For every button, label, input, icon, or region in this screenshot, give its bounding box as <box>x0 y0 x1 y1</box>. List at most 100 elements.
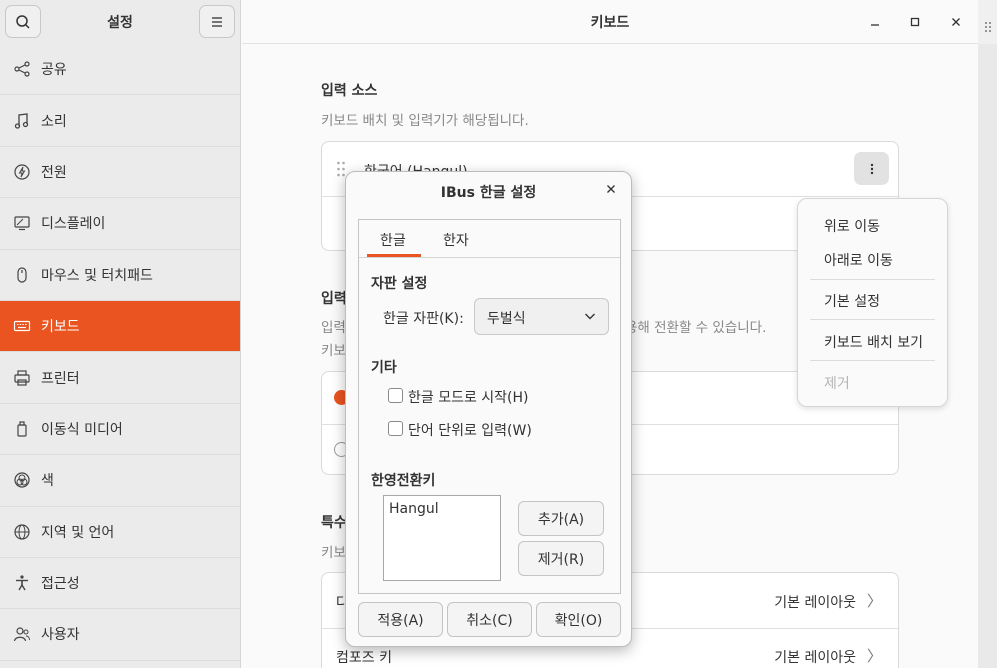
music-note-icon <box>12 111 32 131</box>
row-value: 기본 레이아웃 <box>774 650 856 666</box>
close-icon <box>607 185 615 193</box>
sidebar: 설정 공유 소리 전원 디스플레이 마우스 및 터치패드 키보드 프린터 이동식… <box>0 0 241 668</box>
sidebar-item-label: 이동식 미디어 <box>41 421 123 438</box>
sidebar-item-users[interactable]: 사용자 <box>0 609 240 661</box>
maximize-button[interactable] <box>904 11 926 33</box>
sidebar-item-label: 디스플레이 <box>41 216 106 233</box>
special-keys-title: 특수 <box>321 515 347 531</box>
hamburger-icon <box>212 16 222 27</box>
sidebar-item-printers[interactable]: 프린터 <box>0 352 240 404</box>
ibus-hangul-settings-dialog: IBus 한글 설정 한글 한자 자판 설정 한글 자판(K): 두벌식 기타 … <box>345 171 632 647</box>
etc-heading: 기타 <box>371 360 397 376</box>
menu-item-preferences[interactable]: 기본 설정 <box>824 291 880 311</box>
users-icon <box>12 624 32 644</box>
cancel-button[interactable]: 취소(C) <box>447 602 532 637</box>
input-switching-title: 입력 <box>321 291 347 307</box>
word-commit-checkbox[interactable] <box>388 421 403 436</box>
input-switching-desc: 입력 <box>321 320 346 336</box>
menu-item-remove: 제거 <box>824 376 850 392</box>
apply-button[interactable]: 적용(A) <box>358 602 443 637</box>
active-tab-indicator <box>367 254 421 257</box>
start-hangul-mode-checkbox[interactable] <box>388 388 403 403</box>
menu-item-move-up[interactable]: 위로 이동 <box>824 216 880 236</box>
sidebar-item-label: 프린터 <box>41 370 80 387</box>
background-window <box>978 44 997 668</box>
sidebar-item-label: 사용자 <box>41 627 80 644</box>
add-key-button[interactable]: 추가(A) <box>518 501 604 536</box>
power-icon <box>12 162 32 182</box>
input-switching-desc-tail: 용해 전환할 수 있습니다. <box>625 320 767 336</box>
special-keys-subtitle: 키보 <box>321 545 346 561</box>
background-window-edge <box>978 0 997 44</box>
removable-media-icon <box>12 419 32 439</box>
tab-bar: 한글 한자 <box>359 220 620 258</box>
tab-hangul[interactable]: 한글 <box>380 230 406 250</box>
minimize-button[interactable] <box>864 11 886 33</box>
grip-icon <box>985 22 991 32</box>
sidebar-item-label: 지역 및 언어 <box>41 524 115 541</box>
share-icon <box>12 59 32 79</box>
sidebar-nav: 공유 소리 전원 디스플레이 마우스 및 터치패드 키보드 프린터 이동식 미디… <box>0 44 240 661</box>
sidebar-item-sound[interactable]: 소리 <box>0 95 240 147</box>
chevron-right-icon: 〉 <box>866 647 882 665</box>
sidebar-item-region-language[interactable]: 지역 및 언어 <box>0 507 240 558</box>
sidebar-header: 설정 <box>0 0 240 44</box>
dialog-title: IBus 한글 설정 <box>440 185 537 201</box>
toggle-keys-list[interactable]: Hangul <box>383 495 501 581</box>
printer-icon <box>12 368 32 388</box>
mouse-icon <box>12 265 32 285</box>
word-commit-label: 단어 단위로 입력(W) <box>408 423 532 439</box>
main-header: 키보드 <box>242 0 978 44</box>
ok-button[interactable]: 확인(O) <box>536 602 621 637</box>
sidebar-item-label: 전원 <box>41 164 67 181</box>
layout-heading: 자판 설정 <box>371 276 428 292</box>
keyboard-icon <box>12 316 32 336</box>
menu-separator <box>810 319 935 320</box>
maximize-icon <box>910 17 920 27</box>
menu-item-move-down[interactable]: 아래로 이동 <box>824 250 893 270</box>
accessibility-icon <box>12 573 32 593</box>
display-icon <box>12 213 32 233</box>
minimize-icon <box>871 24 879 26</box>
menu-separator <box>810 279 935 280</box>
sidebar-item-sharing[interactable]: 공유 <box>0 44 240 96</box>
menu-separator <box>810 360 935 361</box>
kebab-menu-icon <box>870 163 873 174</box>
sidebar-item-removable-media[interactable]: 이동식 미디어 <box>0 404 240 456</box>
row-value: 기본 레이아웃 <box>774 595 856 611</box>
sidebar-item-power[interactable]: 전원 <box>0 147 240 199</box>
keyboard-layout-value: 두벌식 <box>487 311 526 327</box>
menu-item-view-layout[interactable]: 키보드 배치 보기 <box>824 332 923 352</box>
close-icon <box>952 18 960 26</box>
remove-key-button[interactable]: 제거(R) <box>518 541 604 576</box>
input-sources-title: 입력 소스 <box>321 83 378 99</box>
sidebar-item-accessibility[interactable]: 접근성 <box>0 558 240 610</box>
input-sources-subtitle: 키보드 배치 및 입력기가 해당됩니다. <box>321 113 529 129</box>
sidebar-item-color[interactable]: 색 <box>0 455 240 507</box>
tab-hanja[interactable]: 한자 <box>443 230 469 250</box>
sidebar-item-label: 마우스 및 터치패드 <box>41 267 153 284</box>
row-label: 컴포즈 키 <box>336 650 392 666</box>
globe-icon <box>12 522 32 542</box>
chevron-down-icon <box>585 313 595 320</box>
list-item[interactable]: Hangul <box>389 501 439 517</box>
dialog-close-button[interactable] <box>601 179 621 199</box>
input-switching-desc2: 키보 <box>321 343 346 359</box>
close-button[interactable] <box>945 11 967 33</box>
sidebar-item-label: 공유 <box>41 62 67 79</box>
sidebar-item-keyboard[interactable]: 키보드 <box>0 300 240 353</box>
sidebar-item-label: 소리 <box>41 113 67 130</box>
sidebar-item-mouse[interactable]: 마우스 및 터치패드 <box>0 250 240 301</box>
dialog-notebook: 한글 한자 자판 설정 한글 자판(K): 두벌식 기타 한글 모드로 시작(H… <box>358 219 621 594</box>
sidebar-item-display[interactable]: 디스플레이 <box>0 198 240 250</box>
menu-button[interactable] <box>199 5 235 38</box>
sidebar-item-label: 키보드 <box>41 319 80 336</box>
input-source-options-button[interactable] <box>854 152 889 185</box>
color-icon <box>12 470 32 490</box>
sidebar-item-label: 색 <box>41 473 54 490</box>
keyboard-layout-select[interactable]: 두벌식 <box>474 298 609 335</box>
start-hangul-mode-label: 한글 모드로 시작(H) <box>408 390 529 406</box>
input-source-popover-menu: 위로 이동 아래로 이동 기본 설정 키보드 배치 보기 제거 <box>797 198 948 407</box>
chevron-right-icon: 〉 <box>866 592 882 610</box>
toggle-keys-heading: 한영전환키 <box>371 473 436 489</box>
